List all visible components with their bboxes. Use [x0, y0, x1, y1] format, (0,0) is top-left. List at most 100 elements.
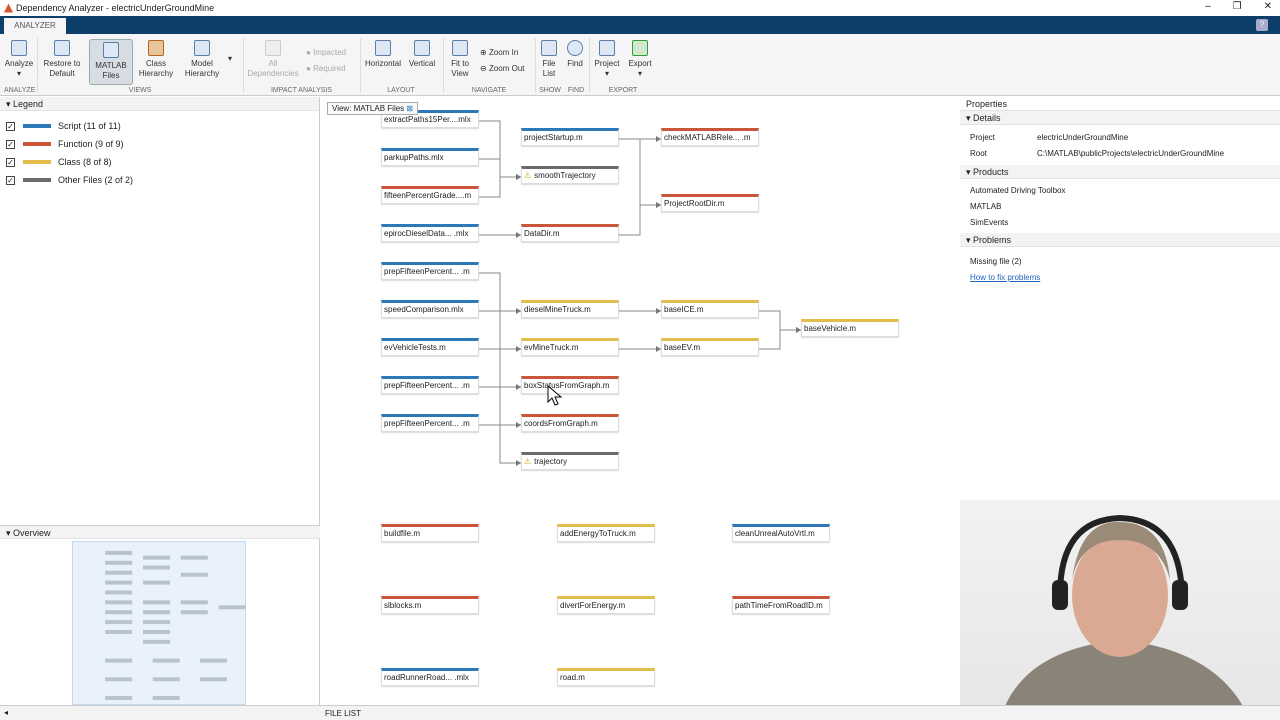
analyze-button[interactable]: Analyze ▾ [4, 40, 34, 79]
view-filter-tag[interactable]: View: MATLAB Files ⊠ [327, 102, 419, 115]
problems-header[interactable]: ▾ Problems [960, 233, 1280, 247]
graph-node[interactable]: boxStatusFromGraph.m [521, 376, 619, 394]
file-list-label: File List [542, 59, 556, 78]
restore-label: Restore to Default [43, 59, 81, 78]
graph-node[interactable]: speedComparison.mlx [381, 300, 479, 318]
graph-node[interactable]: evMineTruck.m [521, 338, 619, 356]
graph-node[interactable]: ⚠ smoothTrajectory [521, 166, 619, 184]
maximize-button[interactable]: ❐ [1233, 1, 1242, 12]
horizontal-layout-button[interactable]: Horizontal [364, 40, 402, 69]
graph-node[interactable]: roadRunnerRoad... .mlx [381, 668, 479, 686]
graph-node[interactable]: evVehicleTests.m [381, 338, 479, 356]
legend-swatch [23, 178, 51, 182]
graph-node[interactable]: coordsFromGraph.m [521, 414, 619, 432]
zoom-out-button[interactable]: ⊖ Zoom Out [480, 64, 525, 74]
details-title: Details [973, 113, 1001, 123]
divider [37, 38, 38, 92]
minimize-button[interactable]: – [1205, 1, 1211, 12]
graph-node[interactable]: dieselMineTruck.m [521, 300, 619, 318]
impacted-button[interactable]: ● Impacted [306, 48, 346, 58]
fix-problems-link[interactable]: How to fix problems [960, 269, 1280, 285]
overview-header[interactable]: ▾ Overview [0, 525, 320, 539]
products-header[interactable]: ▾ Products [960, 165, 1280, 179]
horizontal-layout-icon [375, 40, 391, 56]
graph-node[interactable]: parkupPaths.mlx [381, 148, 479, 166]
project-key: Project [970, 132, 995, 142]
overview-title: Overview [13, 528, 51, 538]
legend-item[interactable]: ✓ Other Files (2 of 2) [0, 171, 319, 189]
find-button[interactable]: Find [564, 40, 586, 69]
class-hierarchy-button[interactable]: Class Hierarchy [136, 40, 176, 79]
legend-checkbox[interactable]: ✓ [6, 175, 15, 185]
webcam-overlay [960, 500, 1280, 720]
legend-checkbox[interactable]: ✓ [6, 139, 15, 149]
graph-node[interactable]: prepFifteenPercent... .m [381, 414, 479, 432]
close-button[interactable]: ✕ [1264, 1, 1272, 12]
overview-viewport[interactable] [72, 541, 246, 705]
node-label: buildfile.m [384, 529, 421, 538]
close-view-icon[interactable]: ⊠ [406, 104, 413, 113]
help-button[interactable]: ? [1256, 19, 1268, 31]
all-dependencies-button[interactable]: All Dependencies [246, 40, 300, 79]
graph-node[interactable]: fifteenPercentGrade....m [381, 186, 479, 204]
node-label: checkMATLABRele... .m [664, 133, 751, 142]
overview-node [105, 590, 133, 595]
node-label: baseICE.m [664, 305, 704, 314]
vertical-layout-button[interactable]: Vertical [406, 40, 438, 69]
graph-node[interactable]: cleanUnrealAutoVrtl.m [732, 524, 830, 542]
graph-node[interactable]: buildfile.m [381, 524, 479, 542]
graph-node[interactable]: addEnergyToTruck.m [557, 524, 655, 542]
overview-node [143, 620, 170, 625]
graph-node[interactable]: baseEV.m [661, 338, 759, 356]
legend-item[interactable]: ✓ Script (11 of 11) [0, 117, 319, 135]
zoom-in-button[interactable]: ⊕ Zoom In [480, 48, 518, 58]
node-label: speedComparison.mlx [384, 305, 464, 314]
restore-default-button[interactable]: Restore to Default [42, 40, 82, 79]
collapse-left-icon[interactable]: ◂ [4, 708, 8, 717]
products-title: Products [973, 167, 1009, 177]
overview-node [105, 658, 133, 663]
project-button[interactable]: Project ▾ [592, 40, 622, 79]
graph-node[interactable]: divertForEnergy.m [557, 596, 655, 614]
fit-to-view-button[interactable]: Fit to View [446, 40, 474, 79]
missing-files: Missing file (2) [970, 256, 1022, 266]
file-list-button[interactable]: File List [538, 40, 560, 79]
graph-node[interactable]: baseVehicle.m [801, 319, 899, 337]
required-label: Required [313, 64, 346, 73]
graph-node[interactable]: checkMATLABRele... .m [661, 128, 759, 146]
model-hierarchy-button[interactable]: Model Hierarchy [180, 40, 224, 79]
dependency-graph[interactable]: View: MATLAB Files ⊠ extractPaths15Per..… [321, 97, 959, 705]
file-list-toggle[interactable]: FILE LIST [325, 709, 361, 718]
overview-node [143, 555, 170, 560]
graph-node[interactable]: pathTimeFromRoadID.m [732, 596, 830, 614]
node-label: addEnergyToTruck.m [560, 529, 636, 538]
legend-item[interactable]: ✓ Function (9 of 9) [0, 135, 319, 153]
details-header[interactable]: ▾ Details [960, 111, 1280, 125]
graph-node[interactable]: prepFifteenPercent... .m [381, 262, 479, 280]
matlab-files-label: MATLAB Files [95, 61, 127, 80]
required-button[interactable]: ● Required [306, 64, 346, 74]
overview-node [105, 629, 133, 634]
legend-label: Class (8 of 8) [58, 157, 112, 167]
legend-header[interactable]: ▾ Legend [0, 97, 319, 111]
graph-node[interactable]: road.m [557, 668, 655, 686]
tab-analyzer[interactable]: ANALYZER [4, 18, 66, 34]
overview-node [218, 605, 246, 610]
graph-node[interactable]: baseICE.m [661, 300, 759, 318]
grid-icon [541, 40, 557, 56]
legend-panel: ▾ Legend ✓ Script (11 of 11) ✓ Function (9 … [0, 97, 320, 705]
graph-node[interactable]: prepFifteenPercent... .m [381, 376, 479, 394]
graph-node[interactable]: ⚠ trajectory [521, 452, 619, 470]
graph-node[interactable]: ProjectRootDir.m [661, 194, 759, 212]
node-label: baseVehicle.m [804, 324, 857, 333]
legend-item[interactable]: ✓ Class (8 of 8) [0, 153, 319, 171]
legend-checkbox[interactable]: ✓ [6, 157, 15, 167]
graph-node[interactable]: projectStartup.m [521, 128, 619, 146]
matlab-files-view-button[interactable]: MATLAB Files [89, 39, 133, 85]
views-more-button[interactable]: ▾ [228, 54, 232, 64]
export-button[interactable]: Export ▾ [625, 40, 655, 79]
legend-checkbox[interactable]: ✓ [6, 121, 15, 131]
graph-node[interactable]: DataDir.m [521, 224, 619, 242]
graph-node[interactable]: epirocDieselData... .mlx [381, 224, 479, 242]
graph-node[interactable]: slblocks.m [381, 596, 479, 614]
